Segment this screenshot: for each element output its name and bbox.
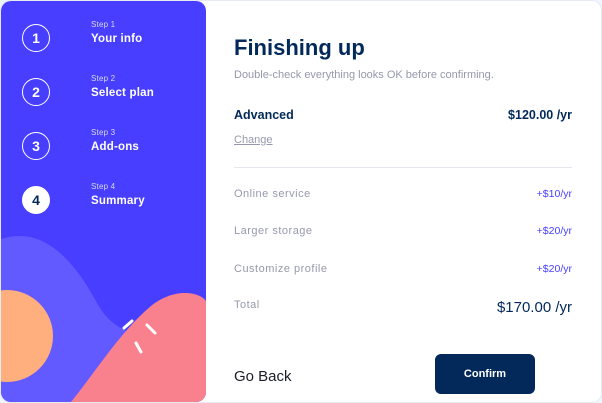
addon-row: Larger storage +$20/yr: [234, 225, 572, 237]
step-name: Add-ons: [91, 141, 140, 153]
addon-price: +$10/yr: [536, 188, 572, 200]
step-sidebar: 1 Step 1 Your info 2 Step 2 Select plan …: [1, 1, 206, 402]
page-title: Finishing up: [234, 35, 365, 60]
step-label: Step 1: [91, 20, 116, 29]
addon-name: Online service: [234, 188, 311, 200]
plan-price: $120.00 /yr: [508, 108, 572, 122]
addon-row: Customize profile +$20/yr: [234, 263, 572, 275]
plan-name: Advanced: [234, 108, 294, 122]
addon-name: Customize profile: [234, 263, 328, 275]
step-4[interactable]: 4 Step 4 Summary: [22, 182, 145, 214]
step-label: Step 2: [91, 74, 116, 83]
step-2[interactable]: 2 Step 2 Select plan: [22, 74, 154, 106]
confirm-button[interactable]: Confirm: [435, 354, 535, 394]
step-1[interactable]: 1 Step 1 Your info: [22, 20, 143, 52]
addon-row: Online service +$10/yr: [234, 188, 572, 200]
total-label: Total: [234, 299, 260, 311]
step-3[interactable]: 3 Step 3 Add-ons: [22, 128, 140, 160]
divider: [234, 167, 572, 168]
step-number: 1: [22, 24, 50, 52]
step-number-active: 4: [22, 186, 50, 214]
plan-row: Advanced $120.00 /yr: [234, 108, 572, 122]
step-label: Step 3: [91, 128, 116, 137]
step-name: Summary: [91, 195, 145, 207]
addon-name: Larger storage: [234, 225, 313, 237]
step-number: 2: [22, 78, 50, 106]
summary-panel: Finishing up Double-check everything loo…: [234, 1, 574, 402]
total-price: $170.00 /yr: [496, 299, 572, 316]
go-back-button[interactable]: Go Back: [234, 368, 292, 385]
step-label: Step 4: [91, 182, 116, 191]
step-name: Select plan: [91, 87, 154, 99]
change-plan-link[interactable]: Change: [234, 134, 273, 146]
step-name: Your info: [91, 33, 143, 45]
step-number: 3: [22, 132, 50, 160]
addon-price: +$20/yr: [536, 225, 572, 237]
page-subtitle: Double-check everything looks OK before …: [234, 69, 494, 81]
addon-price: +$20/yr: [536, 263, 572, 275]
form-card: 1 Step 1 Your info 2 Step 2 Select plan …: [0, 0, 602, 403]
